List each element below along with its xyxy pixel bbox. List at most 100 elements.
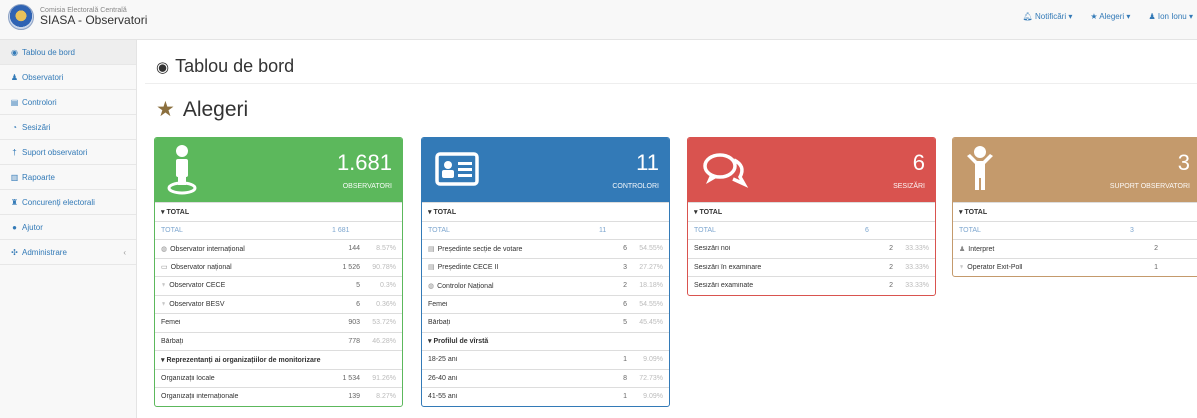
row-count: 6 — [356, 300, 360, 308]
row-percent: 33.33% — [905, 282, 929, 290]
table-row: TOTAL 11 — [422, 220, 669, 240]
row-label: Sesizări examinate — [694, 282, 754, 290]
table-row: ♆ Observator CECE 5 0.3% — [155, 276, 402, 295]
notifications-menu[interactable]: 🔔︎ Notificări ▾ — [1023, 12, 1073, 21]
row-count: 6 — [623, 300, 627, 308]
comments-icon: ◔ — [12, 122, 17, 132]
sidebar-item-complaints[interactable]: ◔ Sesizări — [0, 115, 136, 140]
row-count: 778 — [348, 337, 360, 345]
row-icon: ◍ — [161, 245, 168, 253]
row-label: 41-55 ani — [428, 393, 458, 401]
sidebar-item-controllers[interactable]: ▤ Controlori — [0, 90, 136, 115]
observers-panel: 1.681 OBSERVATORI ▾ TOTAL TOTAL 1 681 ◍ Obse… — [154, 137, 403, 407]
controllers-panel: 11 CONTROLORI ▾ TOTAL TOTAL 11 ▤ Președinte … — [421, 137, 670, 407]
row-icon: ▤ — [428, 245, 435, 253]
row-percent: 72.73% — [639, 374, 663, 382]
row-label: TOTAL — [694, 226, 716, 234]
row-count: 144 — [348, 245, 360, 253]
row-label: Interpret — [968, 245, 995, 253]
chevron-left-icon: ‹ — [123, 247, 126, 257]
row-count: 139 — [348, 393, 360, 401]
sidebar-item-dashboard[interactable]: ◉ Tablou de bord — [0, 40, 136, 65]
top-navbar: Comisia Electorală Centrală SIASA - Obse… — [0, 0, 1197, 40]
user-menu[interactable]: ♟ Ion Ionu ▾ — [1148, 12, 1193, 21]
row-label: Organizații locale — [161, 374, 215, 382]
row-icon: ▭ — [161, 264, 168, 272]
row-percent: 46.28% — [372, 337, 396, 345]
row-count: 3 — [623, 263, 627, 271]
table-row: TOTAL 3 — [953, 220, 1197, 240]
observer-support-panel-header[interactable]: 3 SUPORT OBSERVATORI — [953, 138, 1197, 202]
sidebar-item-observers[interactable]: ♟ Observatori — [0, 65, 136, 90]
row-label: Președinte CECE II — [437, 264, 499, 272]
row-label: Operator Exit-Poll — [967, 263, 1023, 271]
row-icon: ▤ — [428, 264, 435, 272]
row-count: 1 — [623, 393, 627, 401]
row-percent: 33.33% — [905, 245, 929, 253]
sidebar-item-candidates[interactable]: ♜ Concurenți electorali — [0, 190, 136, 215]
table-row: ♆ Operator Exit-Poll 1 — [953, 257, 1197, 277]
elections-menu[interactable]: ★ Alegeri ▾ — [1090, 12, 1130, 21]
table-group-header[interactable]: ▾ Profilul de vîrstă — [422, 331, 669, 351]
row-label: ▾ TOTAL — [694, 208, 723, 216]
row-percent: 33.33% — [905, 263, 929, 271]
row-label: Observator național — [170, 264, 232, 272]
row-count: 6 — [623, 245, 627, 253]
controllers-panel-header[interactable]: 11 CONTROLORI — [422, 138, 669, 202]
id-card-icon: ▤ — [10, 97, 19, 107]
complaints-panel: 6 SESIZĂRI ▾ TOTAL TOTAL 6 Sesizări noi 2 33.… — [687, 137, 936, 296]
row-label: Femei — [428, 300, 448, 308]
row-label: Bărbați — [428, 319, 451, 327]
controllers-count: 11 — [636, 150, 659, 175]
row-label: ▾ TOTAL — [959, 208, 988, 216]
row-count: 1 681 — [332, 226, 350, 234]
row-label: TOTAL — [428, 226, 450, 234]
table-row: Organizații locale 1 534 91.26% — [155, 368, 402, 388]
row-count: 2 — [1154, 245, 1158, 253]
sidebar-item-observer-support[interactable]: † Suport observatori — [0, 140, 136, 165]
table-row: Bărbați 778 46.28% — [155, 331, 402, 351]
table-group-header[interactable]: ▾ Reprezentanți ai organizațiilor de mon… — [155, 350, 402, 369]
section-title: ★ Alegeri — [156, 98, 249, 121]
table-row: ♆ Observator BESV 6 0.36% — [155, 294, 402, 314]
sidebar-item-administration[interactable]: ✣ Administrare ‹ — [0, 240, 136, 265]
table-row: ▤ Președinte CECE II 3 27.27% — [422, 257, 669, 277]
row-label: Observator CECE — [169, 282, 226, 290]
row-percent: 54.55% — [639, 300, 663, 308]
row-count: 2 — [889, 245, 893, 253]
complaints-label: SESIZĂRI — [893, 183, 925, 190]
table-group-header[interactable]: ▾ TOTAL — [422, 202, 669, 221]
row-percent: 0.36% — [376, 300, 396, 308]
complaints-panel-header[interactable]: 6 SESIZĂRI — [688, 138, 935, 202]
row-count: 2 — [889, 282, 893, 290]
brand[interactable]: Comisia Electorală Centrală SIASA - Obse… — [8, 4, 147, 30]
table-row: 41-55 ani 1 9.09% — [422, 387, 669, 406]
observer-support-label: SUPORT OBSERVATORI — [1109, 183, 1190, 190]
child-icon — [967, 146, 993, 190]
table-row: Sesizări examinate 2 33.33% — [688, 276, 935, 295]
table-row: 26-40 ani 8 72.73% — [422, 368, 669, 388]
table-group-header[interactable]: ▾ TOTAL — [155, 202, 402, 221]
observers-panel-header[interactable]: 1.681 OBSERVATORI — [155, 138, 402, 202]
table-row: ♟ Interpret 2 — [953, 239, 1197, 258]
row-count: 1 526 — [342, 263, 360, 271]
table-row: ▭ Observator național 1 526 90.78% — [155, 257, 402, 277]
table-row: Bărbați 5 45.45% — [422, 313, 669, 332]
row-label: Observator internațional — [170, 245, 245, 253]
table-row: TOTAL 1 681 — [155, 220, 402, 240]
row-count: 1 534 — [342, 374, 360, 382]
row-percent: 9.09% — [643, 356, 663, 364]
table-row: Femei 6 54.55% — [422, 294, 669, 314]
table-row: Organizații internaționale 139 8.27% — [155, 387, 402, 406]
row-label: ▾ Reprezentanți ai organizațiilor de mon… — [161, 356, 321, 364]
row-count: 1 — [1154, 263, 1158, 271]
table-group-header[interactable]: ▾ TOTAL — [688, 202, 935, 221]
sidebar-item-reports[interactable]: ▥ Rapoarte — [0, 165, 136, 190]
sidebar-item-help[interactable]: ● Ajutor — [0, 215, 136, 240]
row-label: Sesizări noi — [694, 245, 731, 253]
row-label: Bărbați — [161, 337, 184, 345]
controllers-table: ▾ TOTAL TOTAL 11 ▤ Președinte secție de vota… — [422, 202, 669, 406]
row-label: ▾ Profilul de vîrstă — [428, 338, 489, 346]
table-group-header[interactable]: ▾ TOTAL — [953, 202, 1197, 221]
row-label: Controlor Național — [437, 282, 494, 290]
